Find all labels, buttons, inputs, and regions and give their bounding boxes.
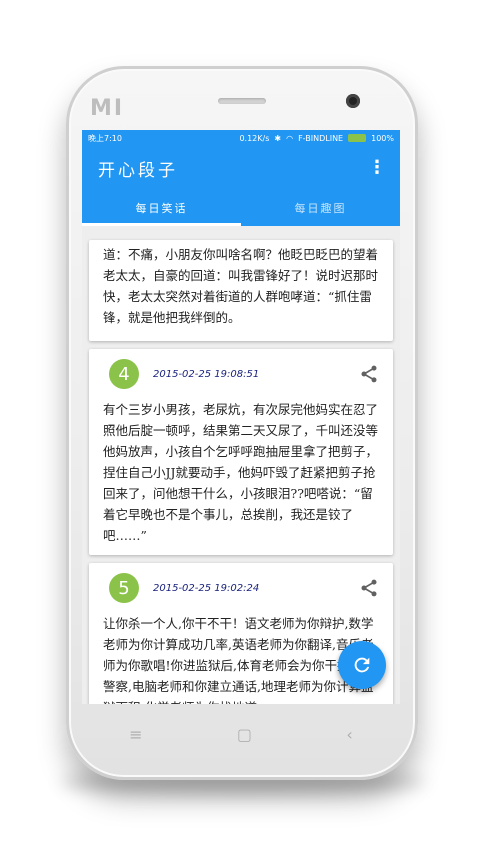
network-speed: 0.12K/s bbox=[239, 133, 270, 143]
more-vert-icon[interactable]: ⋮ bbox=[368, 159, 386, 177]
share-icon[interactable] bbox=[359, 364, 379, 384]
joke-card-header: 5 2015-02-25 19:02:24 bbox=[89, 563, 393, 613]
battery-level: 100% bbox=[371, 133, 394, 143]
joke-number-badge: 5 bbox=[109, 573, 139, 603]
joke-list[interactable]: 道：不痛，小朋友你叫啥名啊？他眨巴眨巴的望着老太太，自豪的回道：叫我雷锋好了！说… bbox=[82, 240, 400, 704]
hardware-nav-bar: ≡ ▢ ‹ bbox=[82, 710, 400, 758]
tab-daily-pictures[interactable]: 每日趣图 bbox=[241, 190, 400, 226]
front-camera bbox=[346, 94, 360, 108]
brand-logo: MI bbox=[90, 96, 125, 121]
menu-icon[interactable]: ≡ bbox=[129, 725, 142, 744]
app-bar: 开心段子 ⋮ bbox=[82, 146, 400, 190]
carrier-name: F-BINDLINE bbox=[298, 133, 344, 143]
joke-date: 2015-02-25 19:08:51 bbox=[153, 368, 260, 380]
status-bar: 晚上7:10 0.12K/s ✱ ◠ F-BINDLINE 100% bbox=[82, 130, 400, 146]
tab-bar: 每日笑话 每日趣图 bbox=[82, 190, 400, 226]
share-icon[interactable] bbox=[359, 578, 379, 598]
joke-card-header: 4 2015-02-25 19:08:51 bbox=[89, 349, 393, 399]
app-title: 开心段子 bbox=[98, 160, 178, 181]
joke-card: 道：不痛，小朋友你叫啥名啊？他眨巴眨巴的望着老太太，自豪的回道：叫我雷锋好了！说… bbox=[89, 240, 393, 341]
joke-card: 4 2015-02-25 19:08:51 有个三岁小男孩，老尿炕，有次尿完他妈… bbox=[89, 349, 393, 555]
app-screen: 晚上7:10 0.12K/s ✱ ◠ F-BINDLINE 100% 开心段子 … bbox=[82, 130, 400, 704]
wifi-icon: ◠ bbox=[286, 133, 294, 143]
tab-indicator bbox=[82, 223, 241, 226]
battery-icon bbox=[348, 134, 367, 142]
earpiece-speaker bbox=[218, 98, 266, 104]
joke-text: 道：不痛，小朋友你叫啥名啊？他眨巴眨巴的望着老太太，自豪的回道：叫我雷锋好了！说… bbox=[103, 247, 379, 325]
joke-date: 2015-02-25 19:02:24 bbox=[153, 582, 260, 594]
status-indicators: 0.12K/s ✱ ◠ F-BINDLINE 100% bbox=[239, 134, 394, 143]
tab-daily-jokes[interactable]: 每日笑话 bbox=[82, 190, 241, 226]
bluetooth-icon: ✱ bbox=[274, 133, 282, 143]
refresh-icon bbox=[354, 657, 370, 673]
status-time: 晚上7:10 bbox=[88, 133, 122, 143]
back-icon[interactable]: ‹ bbox=[346, 725, 352, 744]
home-icon[interactable]: ▢ bbox=[237, 725, 252, 744]
joke-text: 有个三岁小男孩，老尿炕，有次尿完他妈实在忍了照他后腚一顿呼，结果第二天又尿了，千… bbox=[103, 402, 379, 543]
refresh-button[interactable] bbox=[338, 641, 386, 689]
joke-number-badge: 4 bbox=[109, 359, 139, 389]
